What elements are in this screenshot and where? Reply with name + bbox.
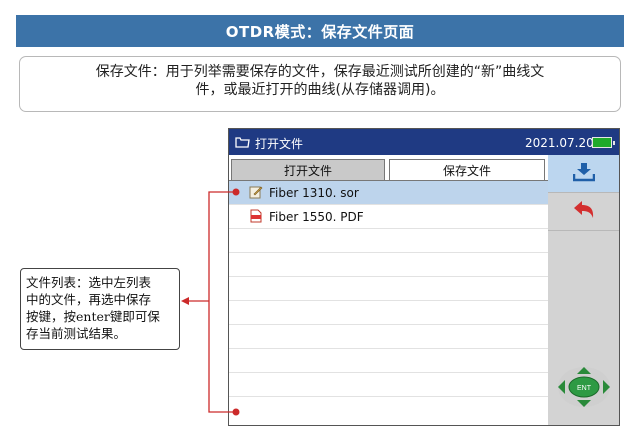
callout-connector (181, 188, 240, 416)
